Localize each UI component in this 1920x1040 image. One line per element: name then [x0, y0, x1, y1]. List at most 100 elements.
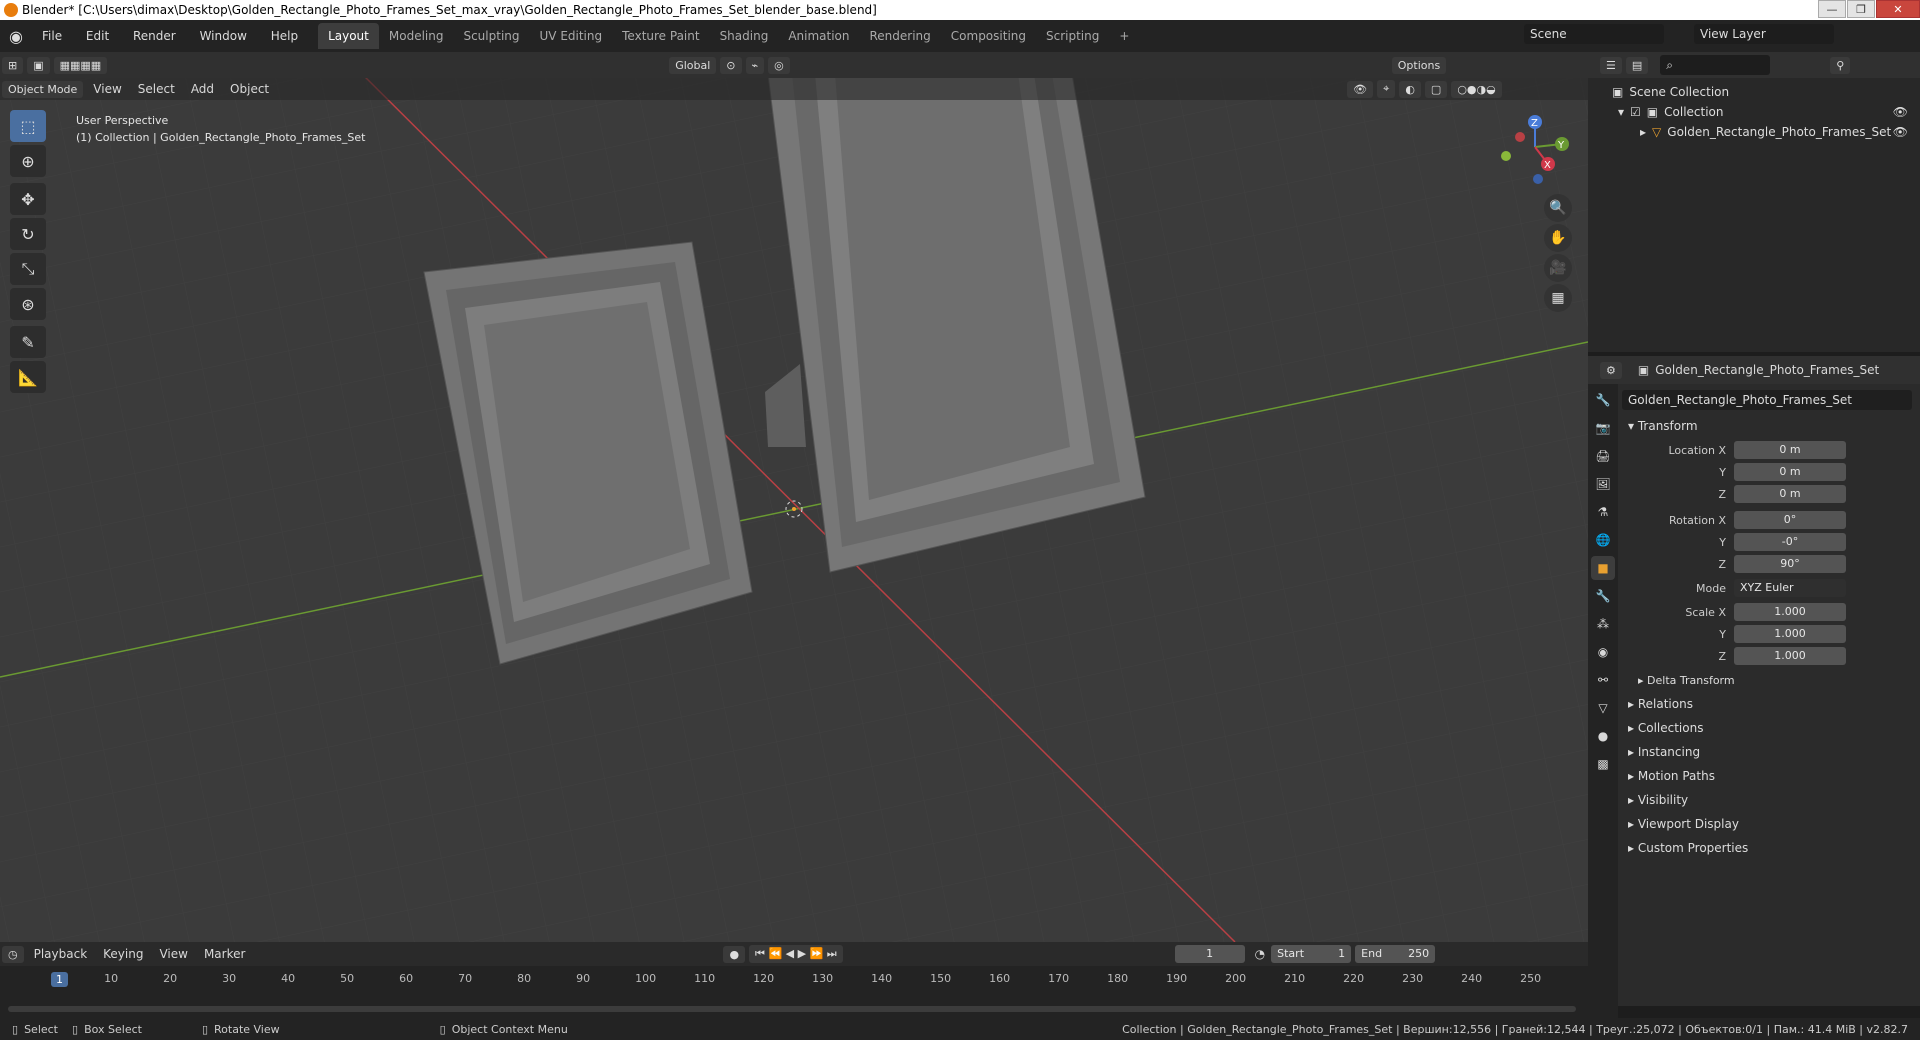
- 3d-viewport[interactable]: Z Y X ⊞ ▣ ▦▦▦▦ Global ⊙ ⌁ ◎ Options Obje…: [0, 52, 1588, 942]
- tab-layout[interactable]: Layout: [318, 23, 379, 49]
- constraints-tab-icon[interactable]: ⚯: [1591, 668, 1615, 692]
- menu-window[interactable]: Window: [190, 29, 257, 43]
- menu-edit[interactable]: Edit: [76, 29, 119, 43]
- menu-help[interactable]: Help: [261, 29, 308, 43]
- tab-texture-paint[interactable]: Texture Paint: [612, 23, 709, 49]
- menu-file[interactable]: File: [32, 29, 72, 43]
- location-z-field[interactable]: 0 m: [1734, 485, 1846, 503]
- viewport-display-section[interactable]: ▸ Viewport Display: [1622, 812, 1920, 836]
- visibility-section[interactable]: ▸ Visibility: [1622, 788, 1920, 812]
- physics-tab-icon[interactable]: ◉: [1591, 640, 1615, 664]
- blender-menu-icon[interactable]: ◉: [0, 20, 32, 52]
- location-y-field[interactable]: 0 m: [1734, 463, 1846, 481]
- end-frame-field[interactable]: End 250: [1355, 945, 1436, 963]
- outliner-collection[interactable]: ▾ ☑ ▣ Collection 👁: [1588, 102, 1920, 122]
- pivot-icon[interactable]: ⊙: [720, 56, 742, 74]
- motion-paths-section[interactable]: ▸ Motion Paths: [1622, 764, 1920, 788]
- maximize-button[interactable]: ❐: [1847, 0, 1875, 18]
- scene-field[interactable]: Scene: [1524, 24, 1664, 44]
- delta-transform-section[interactable]: ▸ Delta Transform: [1622, 668, 1920, 692]
- menu-add[interactable]: Add: [183, 82, 222, 96]
- start-frame-field[interactable]: Start 1: [1271, 945, 1352, 963]
- object-tab-icon[interactable]: ■: [1591, 556, 1615, 580]
- close-button[interactable]: ✕: [1876, 0, 1920, 18]
- select-tool-icon[interactable]: ▣: [27, 56, 50, 74]
- location-x-field[interactable]: 0 m: [1734, 441, 1846, 459]
- display-mode-icon[interactable]: ▤: [1625, 56, 1649, 74]
- checkbox-icon[interactable]: ☑: [1630, 105, 1641, 119]
- options-dropdown[interactable]: Options: [1391, 56, 1447, 74]
- tab-shading[interactable]: Shading: [710, 23, 779, 49]
- gizmo-toggle-icon[interactable]: ⌖: [1377, 80, 1396, 98]
- menu-view[interactable]: View: [85, 82, 129, 96]
- editor-type-icon[interactable]: ⊞: [2, 56, 24, 74]
- menu-object[interactable]: Object: [222, 82, 277, 96]
- filter-icon[interactable]: ⚲: [1830, 56, 1851, 74]
- particles-tab-icon[interactable]: ⁂: [1591, 612, 1615, 636]
- outliner-search-input[interactable]: ⌕: [1660, 55, 1771, 75]
- measure-tool-icon[interactable]: 📐: [10, 361, 46, 393]
- view-layer-tab-icon[interactable]: 🖼: [1591, 472, 1615, 496]
- outliner-editor-icon[interactable]: ☰: [1600, 56, 1622, 74]
- rotate-tool-icon[interactable]: ↻: [10, 218, 46, 250]
- annotate-tool-icon[interactable]: ✎: [10, 326, 46, 358]
- cursor-tool-icon[interactable]: ⊕: [10, 145, 46, 177]
- tab-scripting[interactable]: Scripting: [1036, 23, 1109, 49]
- tab-animation[interactable]: Animation: [778, 23, 859, 49]
- transform-section[interactable]: ▾ Transform: [1622, 414, 1920, 438]
- overlay-toggle-icon[interactable]: ◐: [1399, 80, 1421, 98]
- menu-marker[interactable]: Marker: [196, 947, 253, 961]
- tab-sculpting[interactable]: Sculpting: [453, 23, 529, 49]
- minimize-button[interactable]: —: [1818, 0, 1846, 18]
- collections-section[interactable]: ▸ Collections: [1622, 716, 1920, 740]
- rotation-y-field[interactable]: -0°: [1734, 533, 1846, 551]
- eye-icon[interactable]: 👁: [1893, 125, 1908, 139]
- tab-compositing[interactable]: Compositing: [941, 23, 1036, 49]
- menu-keying[interactable]: Keying: [95, 947, 151, 961]
- move-tool-icon[interactable]: ✥: [10, 183, 46, 215]
- timeline-editor-icon[interactable]: ◷: [2, 945, 24, 963]
- transform-tool-icon[interactable]: ⊛: [10, 288, 46, 320]
- scale-y-field[interactable]: 1.000: [1734, 625, 1846, 643]
- menu-select[interactable]: Select: [130, 82, 183, 96]
- orientation-dropdown[interactable]: Global: [669, 56, 717, 74]
- timeline-ruler[interactable]: 1 10 20 30 40 50 60 70 80 90 100 110 120 130 140 150 160…: [0, 966, 1588, 994]
- scale-tool-icon[interactable]: ⤡: [10, 253, 46, 285]
- current-frame-field[interactable]: 1: [1174, 945, 1245, 963]
- modifier-tab-icon[interactable]: 🔧: [1591, 584, 1615, 608]
- pan-hand-icon[interactable]: ✋: [1544, 224, 1572, 252]
- instancing-section[interactable]: ▸ Instancing: [1622, 740, 1920, 764]
- tab-rendering[interactable]: Rendering: [860, 23, 941, 49]
- custom-properties-section[interactable]: ▸ Custom Properties: [1622, 836, 1920, 860]
- playback-controls-icon[interactable]: ⏮ ⏪ ◀ ▶ ⏩ ⏭: [749, 945, 843, 963]
- ortho-grid-icon[interactable]: ▦: [1544, 284, 1572, 312]
- properties-editor-icon[interactable]: ⚙: [1600, 361, 1622, 379]
- shading-modes-icon[interactable]: ○●◑◒: [1451, 80, 1502, 98]
- data-tab-icon[interactable]: ▽: [1591, 696, 1615, 720]
- camera-view-icon[interactable]: 🎥: [1544, 254, 1572, 282]
- menu-timeline-view[interactable]: View: [151, 947, 195, 961]
- scale-z-field[interactable]: 1.000: [1734, 647, 1846, 665]
- object-name-field[interactable]: Golden_Rectangle_Photo_Frames_Set: [1622, 390, 1912, 410]
- tab-modeling[interactable]: Modeling: [379, 23, 454, 49]
- selection-modes-icon[interactable]: ▦▦▦▦: [53, 56, 108, 74]
- eye-icon[interactable]: 👁: [1893, 105, 1908, 119]
- scale-x-field[interactable]: 1.000: [1734, 603, 1846, 621]
- select-box-tool-icon[interactable]: ⬚: [10, 110, 46, 142]
- outliner-scene-collection[interactable]: ▣ Scene Collection: [1588, 82, 1920, 102]
- render-tab-icon[interactable]: 📷: [1591, 416, 1615, 440]
- outliner-object[interactable]: ▸ ▽ Golden_Rectangle_Photo_Frames_Set 👁: [1588, 122, 1920, 142]
- material-tab-icon[interactable]: ●: [1591, 724, 1615, 748]
- menu-render[interactable]: Render: [123, 29, 186, 43]
- tool-tab-icon[interactable]: 🔧: [1591, 388, 1615, 412]
- world-tab-icon[interactable]: 🌐: [1591, 528, 1615, 552]
- record-icon[interactable]: ●: [723, 945, 746, 963]
- timeline-scrollbar[interactable]: [8, 1006, 1576, 1012]
- rotation-mode-dropdown[interactable]: XYZ Euler: [1734, 579, 1846, 597]
- snap-icon[interactable]: ⌁: [745, 56, 765, 74]
- visibility-icon[interactable]: 👁: [1347, 80, 1374, 98]
- add-workspace-icon[interactable]: +: [1109, 23, 1139, 49]
- rotation-x-field[interactable]: 0°: [1734, 511, 1846, 529]
- rotation-z-field[interactable]: 90°: [1734, 555, 1846, 573]
- object-mode-dropdown[interactable]: Object Mode: [2, 80, 84, 98]
